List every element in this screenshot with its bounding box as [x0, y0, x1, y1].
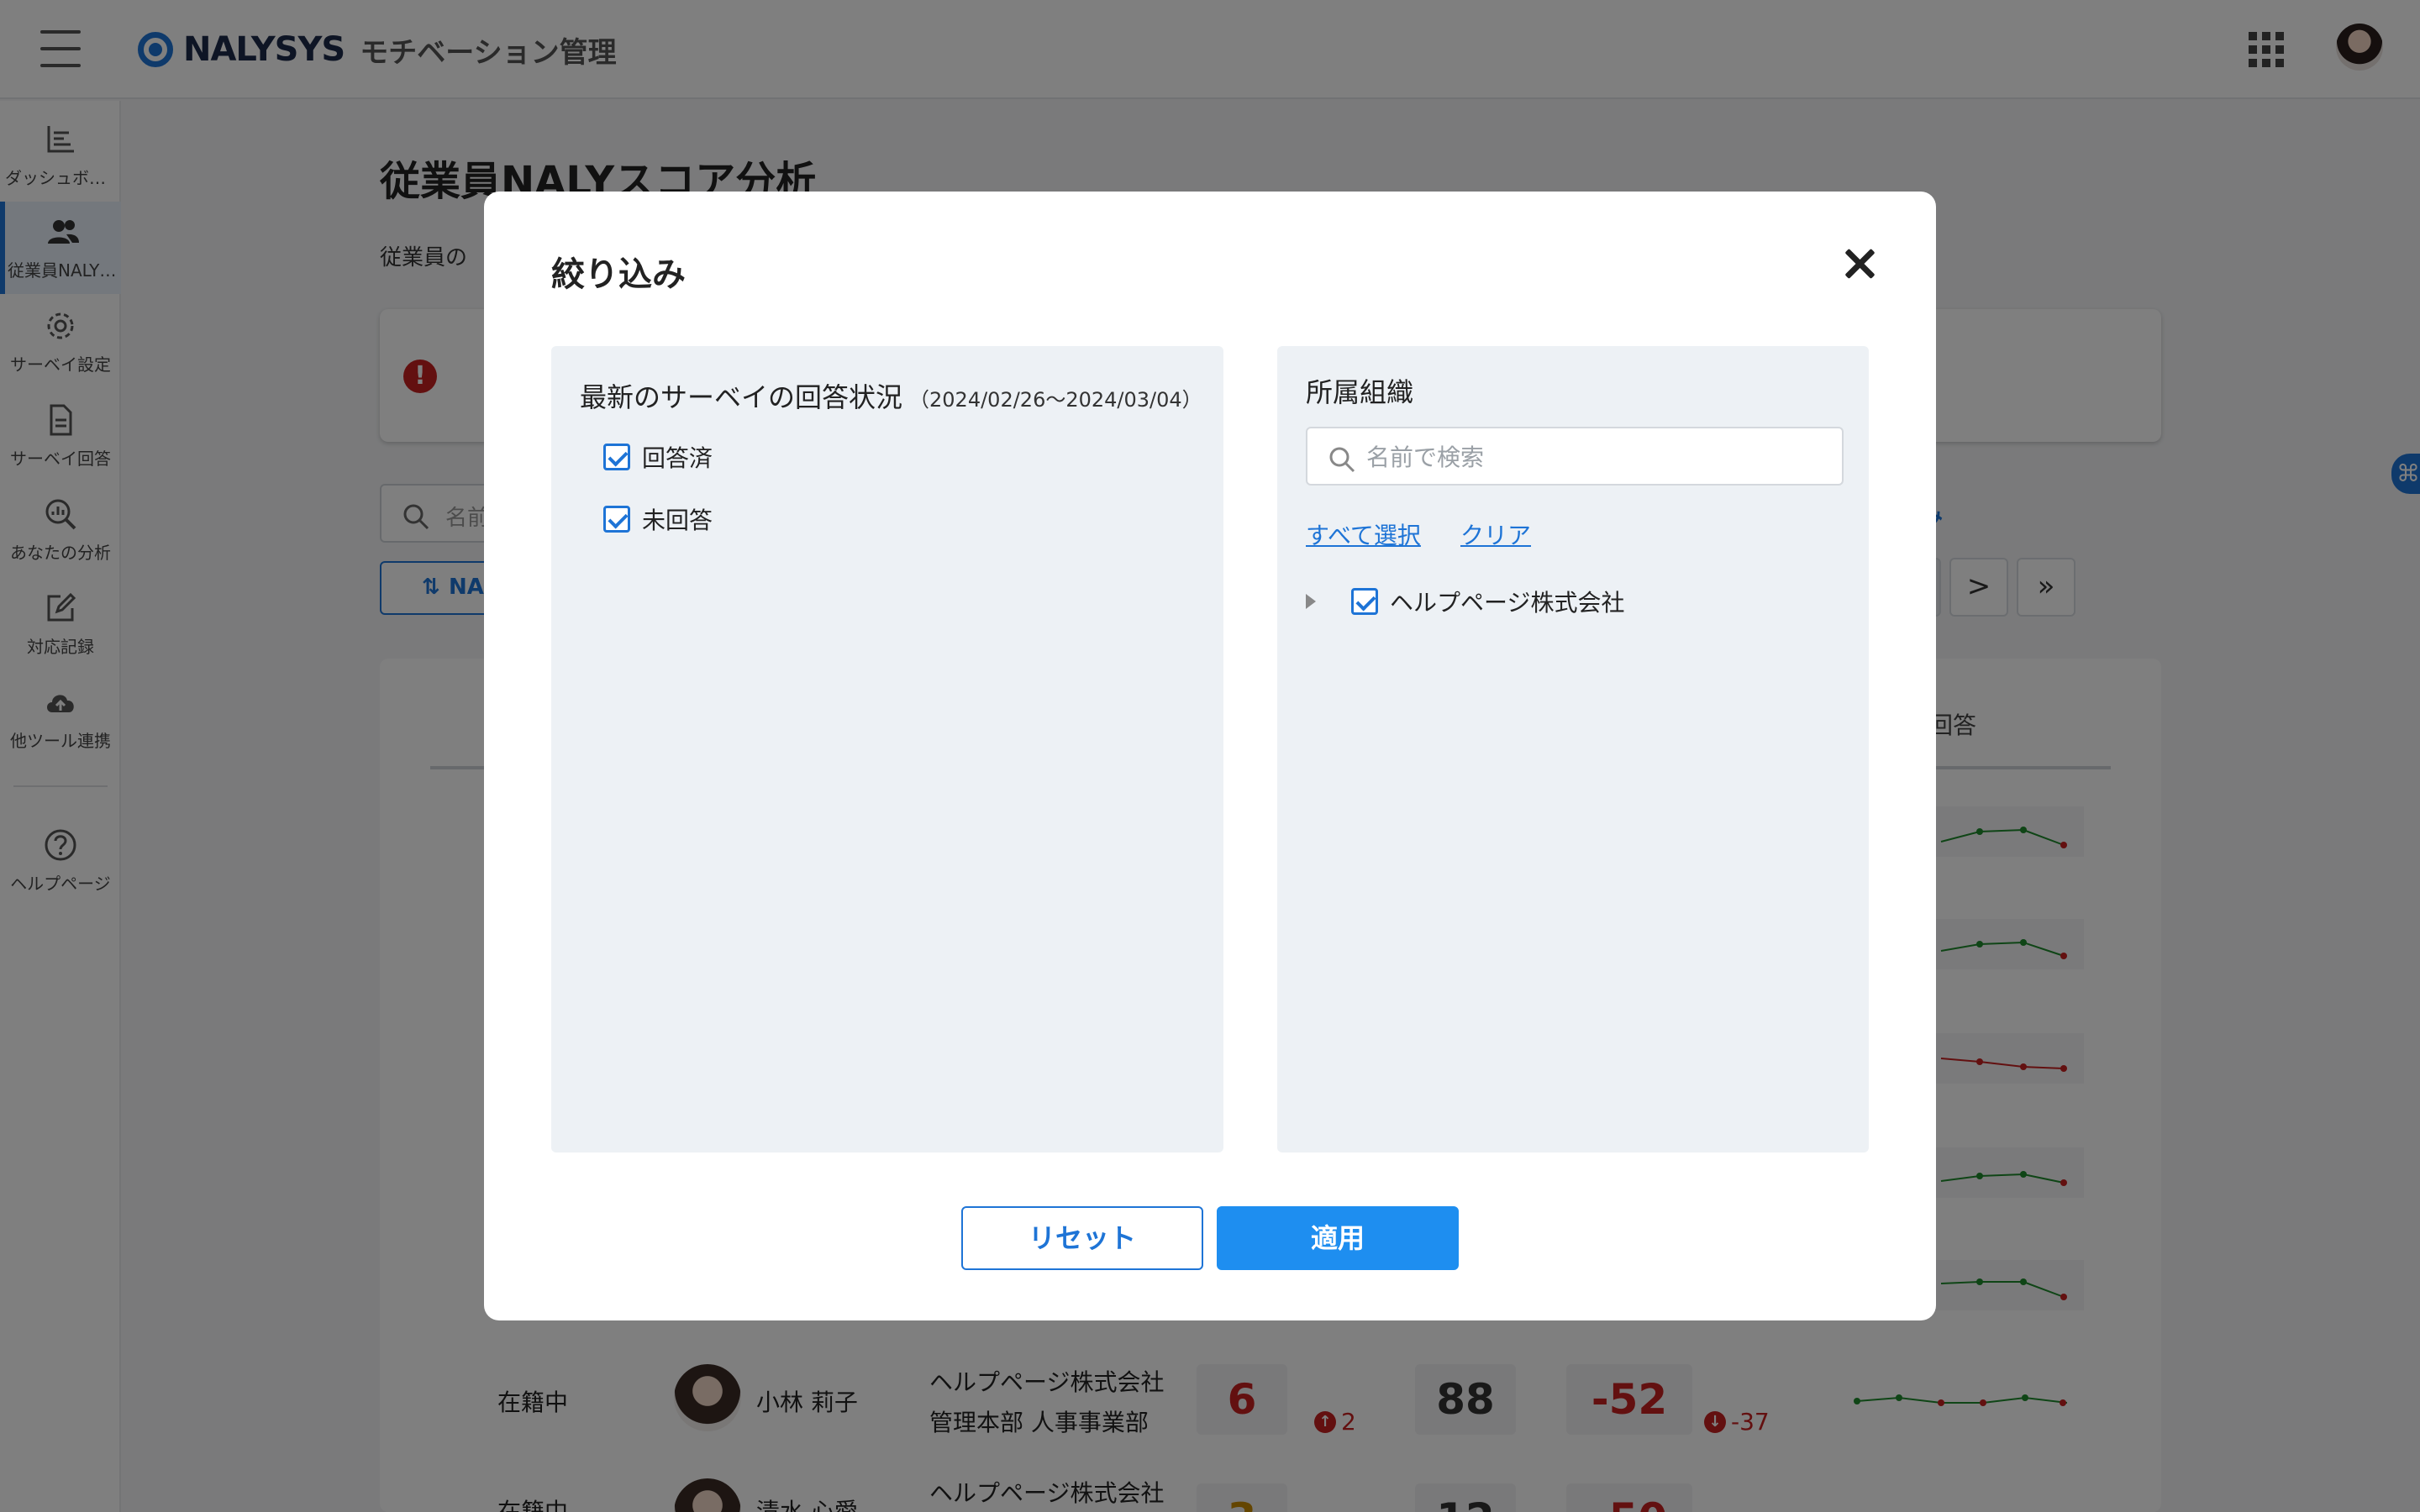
filter-unanswered-checkbox[interactable]: 未回答 [603, 502, 713, 536]
answer-status-heading: 最新のサーベイの回答状況 （2024/02/26〜2024/03/04） [580, 376, 1202, 415]
search-icon [1329, 447, 1355, 473]
select-all-link[interactable]: すべて選択 [1306, 517, 1421, 551]
survey-period: （2024/02/26〜2024/03/04） [909, 388, 1202, 412]
organization-panel: 所属組織 すべて選択 クリア ヘルプページ株式会社 [1277, 346, 1869, 1152]
checkbox-label: 未回答 [642, 507, 713, 534]
filter-answered-checkbox[interactable]: 回答済 [603, 440, 713, 474]
checkbox-label: 回答済 [642, 444, 713, 472]
answer-status-panel: 最新のサーベイの回答状況 （2024/02/26〜2024/03/04） 回答済 … [551, 346, 1223, 1152]
close-icon[interactable] [1840, 244, 1881, 284]
clear-link[interactable]: クリア [1460, 517, 1531, 551]
checkbox-checked-icon[interactable] [603, 444, 630, 470]
filter-dialog: 絞り込み 最新のサーベイの回答状況 （2024/02/26〜2024/03/04）… [484, 192, 1936, 1320]
organization-heading: 所属組織 [1306, 376, 1414, 408]
expand-caret-icon[interactable] [1306, 594, 1316, 609]
reset-button[interactable]: リセット [961, 1206, 1203, 1270]
organization-search-input[interactable] [1366, 437, 1828, 477]
org-tree-node: ヘルプページ株式会社 [1306, 585, 1624, 618]
org-node-label: ヘルプページ株式会社 [1390, 589, 1625, 617]
answer-status-title: 最新のサーベイの回答状況 [580, 381, 903, 413]
checkbox-checked-icon[interactable] [1351, 588, 1378, 615]
dialog-title: 絞り込み [551, 255, 686, 294]
apply-button[interactable]: 適用 [1217, 1206, 1459, 1270]
org-tree-checkbox[interactable]: ヘルプページ株式会社 [1351, 585, 1624, 618]
checkbox-checked-icon[interactable] [603, 506, 630, 533]
organization-search-field[interactable] [1306, 427, 1844, 486]
